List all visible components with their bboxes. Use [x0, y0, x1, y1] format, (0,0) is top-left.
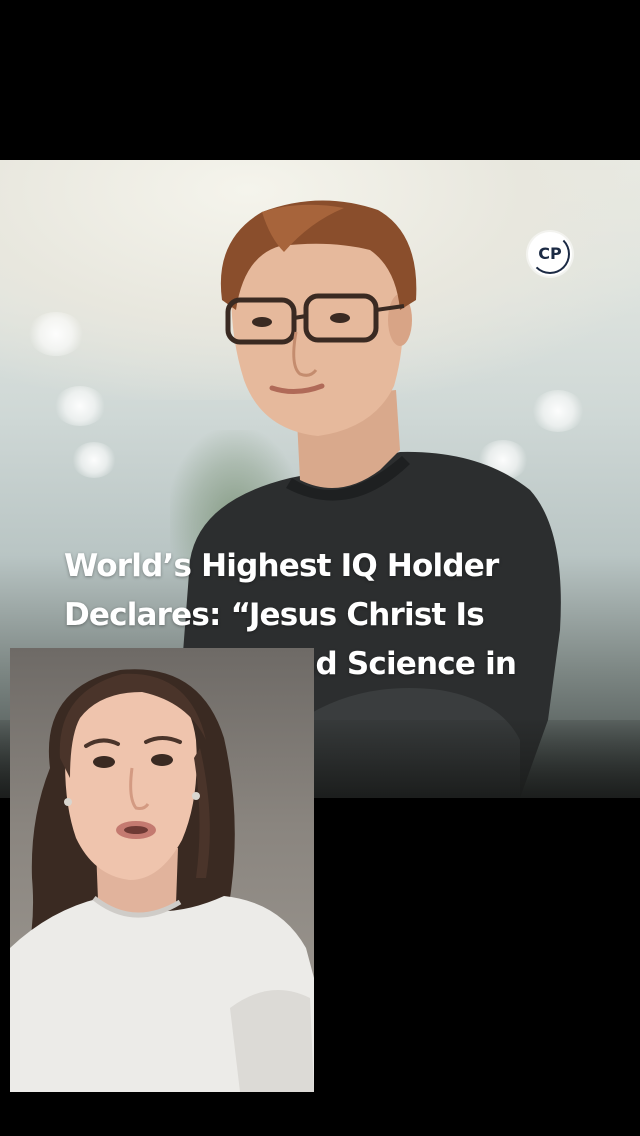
cp-logo-ring: [530, 234, 570, 274]
creator-facecam: [10, 648, 314, 1092]
creator-photo: [10, 669, 314, 1092]
video-screen: CP World’s Highest IQ Holder Declares: “…: [0, 0, 640, 1136]
cp-logo-icon: CP: [528, 232, 572, 276]
